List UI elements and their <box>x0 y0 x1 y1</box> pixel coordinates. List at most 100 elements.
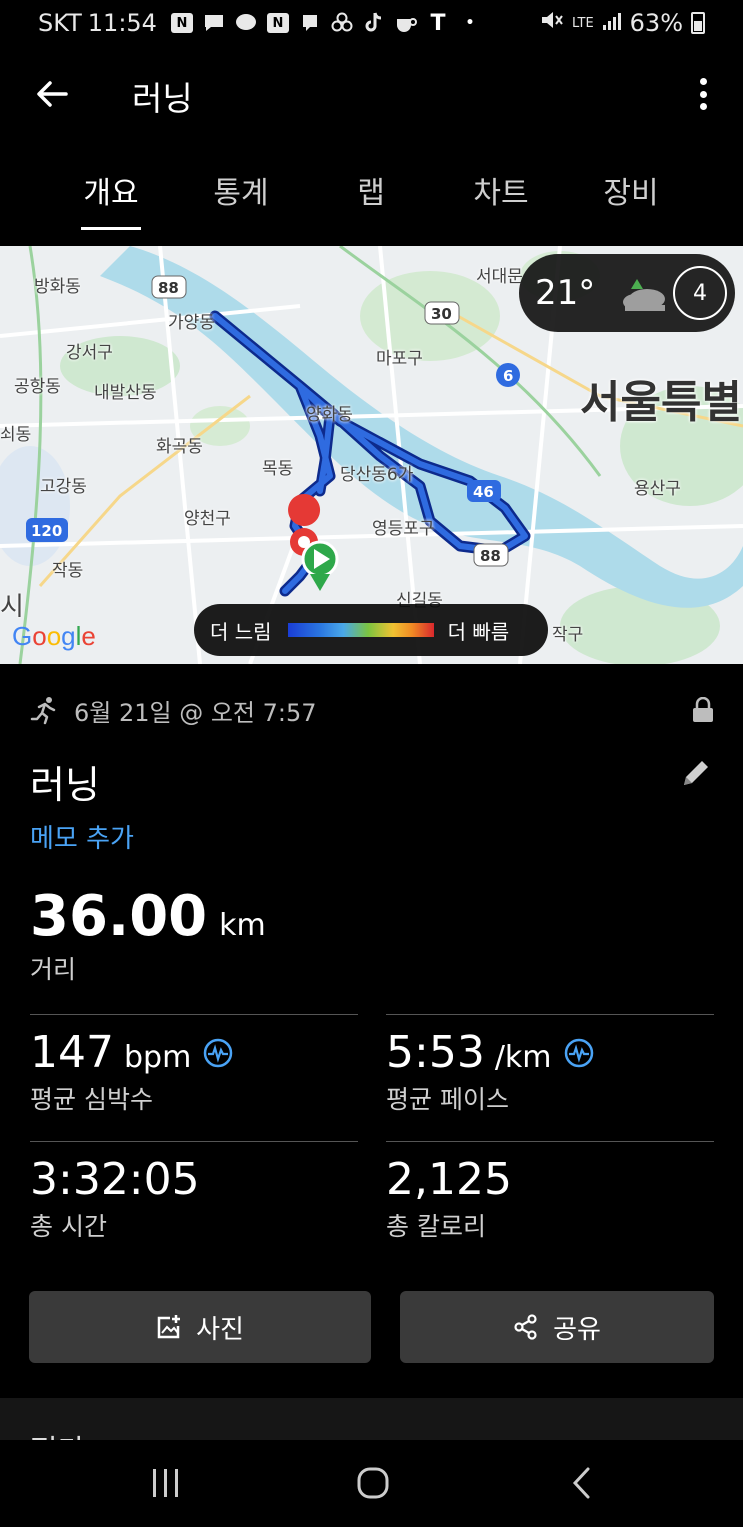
distance-unit: km <box>219 908 266 943</box>
distance-number: 36.00 <box>30 884 208 949</box>
pencil-icon <box>684 761 708 785</box>
total-time: 3:32:05 총 시간 <box>30 1141 358 1243</box>
fan-icon <box>331 12 353 33</box>
pace-gradient-bar <box>287 623 434 637</box>
tmap-icon: T <box>430 10 446 36</box>
back-button[interactable] <box>32 74 72 114</box>
road-shield-88: 88 <box>158 279 179 297</box>
pace-sensor-icon <box>564 1038 593 1067</box>
activity-datetime: 6월 21일 @ 오전 7:57 <box>74 698 317 727</box>
clock: 11:54 <box>87 9 157 37</box>
total-calories: 2,125 총 칼로리 <box>386 1141 714 1243</box>
map-label: 공항동 <box>14 377 61 397</box>
tab-charts[interactable]: 차트 <box>436 160 566 232</box>
map-label: 강서구 <box>66 343 113 363</box>
coffee-icon <box>395 13 417 33</box>
more-notifications-icon: • <box>465 15 475 31</box>
system-navigation-bar <box>0 1440 743 1527</box>
map-label: 쇠동 <box>0 425 32 445</box>
tab-overview[interactable]: 개요 <box>46 160 176 232</box>
map-label: 영등포구 <box>372 519 435 539</box>
map-label: 화곡동 <box>156 437 203 457</box>
map-label: 목동 <box>262 459 294 479</box>
heart-rate-unit: bpm <box>123 1040 192 1075</box>
cloudy-weather-icon <box>617 279 666 311</box>
heart-rate-value: 147 <box>30 1027 114 1078</box>
lock-icon[interactable] <box>692 696 714 723</box>
add-photo-icon <box>157 1315 181 1339</box>
route-map[interactable]: 88 30 6 46 88 120 방화동 가양동 강서구 공항동 내발산동 화… <box>0 246 743 664</box>
map-label: 내발산동 <box>94 383 157 403</box>
heart-rate-label: 평균 심박수 <box>30 1085 153 1114</box>
page-title: 러닝 <box>132 79 193 118</box>
calories-value: 2,125 <box>386 1154 512 1205</box>
notification-icons: N N T • <box>170 10 481 36</box>
map-label: 가양동 <box>168 313 215 333</box>
avg-heart-rate: 147 bpm 평균 심박수 <box>30 1014 358 1116</box>
map-label: 양천구 <box>184 509 231 529</box>
add-memo-link[interactable]: 메모 추가 <box>30 818 134 855</box>
back-nav-button[interactable] <box>570 1466 594 1500</box>
uv-index: 4 <box>673 266 727 320</box>
chat-icon <box>203 13 225 33</box>
more-options-button[interactable] <box>693 74 713 114</box>
map-label: 고강동 <box>40 477 87 497</box>
pace-label: 평균 페이스 <box>386 1085 509 1114</box>
map-label: 작구 <box>552 625 584 645</box>
recent-apps-button[interactable] <box>150 1466 182 1500</box>
message-icon <box>299 13 321 33</box>
pace-legend-fast: 더 빠름 <box>447 619 510 644</box>
naver-icon: N <box>266 13 289 33</box>
activity-name: 러닝 <box>30 763 100 807</box>
add-photo-label: 사진 <box>196 1314 244 1345</box>
back-arrow-icon <box>37 81 68 107</box>
map-label: 서대문 <box>476 267 523 287</box>
home-button[interactable] <box>356 1466 390 1500</box>
svg-text:88: 88 <box>480 547 501 565</box>
tiktok-icon <box>363 12 385 33</box>
pace-unit: /km <box>494 1040 552 1075</box>
battery-icon <box>691 12 705 34</box>
tab-equipment[interactable]: 장비 <box>566 160 696 232</box>
distance-label: 거리 <box>30 955 77 984</box>
battery-percent: 63% <box>629 9 683 37</box>
svg-text:120: 120 <box>31 522 62 540</box>
map-label: 용산구 <box>634 479 681 499</box>
add-photo-button[interactable]: 사진 <box>29 1291 371 1363</box>
section-title: 평가 <box>30 1426 85 1440</box>
system-status: LTE 63% <box>540 9 705 37</box>
signal-icon <box>602 9 622 37</box>
map-label: 마포구 <box>376 349 423 369</box>
pace-legend: 더 느림 더 빠름 <box>194 604 548 656</box>
distance-value: 36.00 km <box>30 884 266 949</box>
share-button[interactable]: 공유 <box>400 1291 714 1363</box>
heart-rate-sensor-icon <box>204 1038 233 1067</box>
map-label: 서울특별 <box>580 377 742 428</box>
map-label: 작동 <box>52 561 84 581</box>
share-label: 공유 <box>553 1314 601 1345</box>
carrier-label: SKT <box>38 9 82 37</box>
svg-text:30: 30 <box>431 305 452 323</box>
tab-laps[interactable]: 랩 <box>306 160 436 232</box>
activity-meta: 6월 21일 @ 오전 7:57 <box>30 692 714 728</box>
share-icon <box>514 1314 537 1340</box>
edit-button[interactable] <box>679 756 713 790</box>
pace-legend-slow: 더 느림 <box>210 619 272 644</box>
svg-text:6: 6 <box>503 367 513 385</box>
map-label: 양화동 <box>306 405 353 425</box>
map-label: 당산동6가 <box>340 465 414 485</box>
tab-bar: 개요 통계 랩 차트 장비 <box>46 160 696 232</box>
svg-text:46: 46 <box>473 483 494 501</box>
tab-stats[interactable]: 통계 <box>176 160 306 232</box>
calories-label: 총 칼로리 <box>386 1212 486 1241</box>
total-time-label: 총 시간 <box>30 1212 107 1241</box>
running-icon <box>30 697 56 725</box>
avg-pace: 5:53 /km 평균 페이스 <box>386 1014 714 1116</box>
pace-value: 5:53 <box>386 1027 485 1078</box>
naver-icon: N <box>170 13 193 33</box>
map-label: 방화동 <box>34 277 81 297</box>
kakaotalk-icon <box>235 13 257 33</box>
weather-badge[interactable]: 21° 4 <box>519 254 735 332</box>
mute-icon <box>540 9 564 37</box>
total-time-value: 3:32:05 <box>30 1154 200 1205</box>
